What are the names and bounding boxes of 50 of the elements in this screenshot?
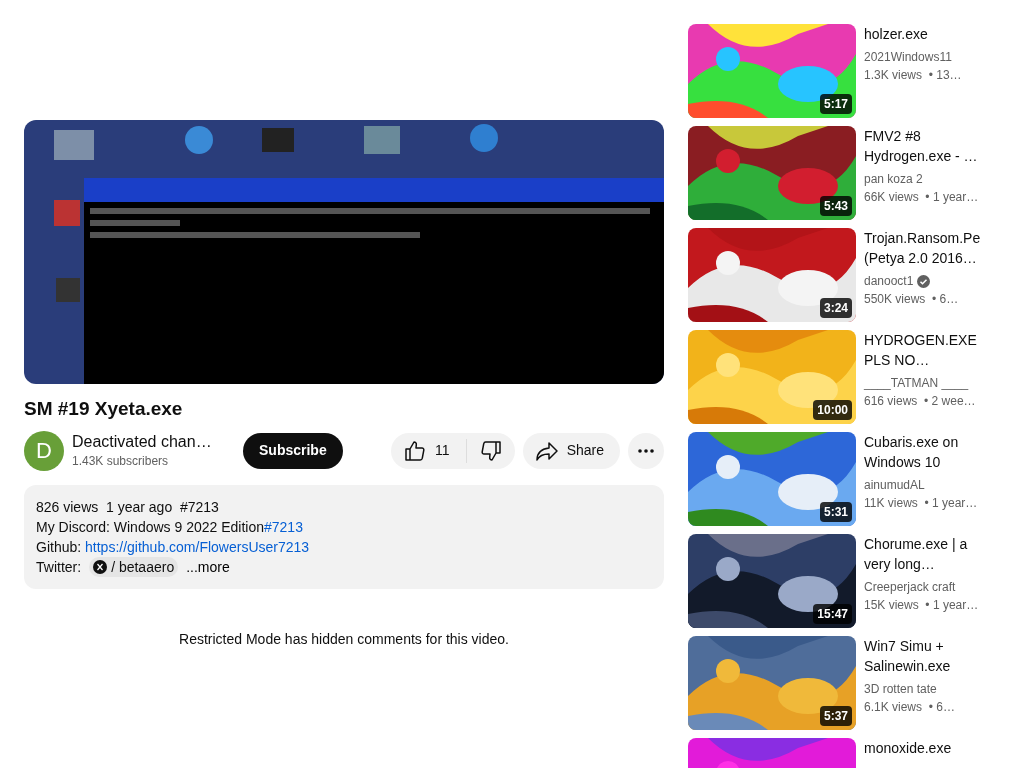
description-text: My Discord: Windows 9 2022 Edition [36, 518, 264, 535]
video-stats: 826 views 1 year ago #7213 [36, 497, 220, 517]
video-duration: 3:24 [819, 298, 852, 318]
video-meta: 15K views • 1 year… [864, 597, 980, 614]
video-duration: 5:17 [819, 94, 852, 114]
verified-check-icon [917, 274, 931, 288]
related-video-title[interactable]: Trojan.Ransom.Pe (Petya 2.0 2016… [864, 228, 992, 268]
twitter-link[interactable]: / betaaero [89, 556, 179, 577]
channel-name[interactable]: Creeperjack craft [864, 578, 956, 596]
description-panel[interactable]: 826 views 1 year ago #7213 My Discord: Windows 9 2022 Edition#7213 Github: https://github.com/FlowersUser7213 Twitter: / betaaero ...more [24, 484, 664, 589]
comments-notice: Restricted Mode has hidden comments for this video. [178, 629, 510, 649]
channel-name[interactable]: ainumudAL [864, 476, 925, 494]
description-link[interactable]: https://github.com/FlowersUser7213 [85, 538, 310, 555]
channel-name[interactable]: ____TATMAN ____ [864, 374, 969, 392]
description-text: Github: [36, 538, 83, 555]
channel-name[interactable]: 2021Windows11 [864, 48, 952, 66]
related-video-title[interactable]: Cubaris.exe on Windows 10 [864, 432, 992, 472]
related-video-title[interactable]: FMV2 #8 Hydrogen.exe - … [864, 126, 992, 166]
related-video-title[interactable]: Chorume.exe | a very long… [864, 534, 992, 574]
video-meta: 550K views • 6… [864, 291, 960, 308]
thumbs-up-icon [403, 438, 428, 463]
description-text: Twitter: [36, 557, 82, 577]
video-title: SM #19 Xyeta.exe [24, 398, 184, 421]
video-duration: 10:00 [813, 400, 852, 420]
video-duration: 5:43 [819, 196, 852, 216]
video-meta: 6.1K views • 6… [864, 699, 956, 716]
more-actions-button[interactable] [628, 432, 664, 469]
channel-name[interactable]: pan koza 2 [864, 170, 923, 188]
video-duration: 5:37 [819, 706, 852, 726]
channel-name[interactable]: Deactivated chan… [72, 431, 227, 452]
video-meta: 616 views • 2 wee… [864, 393, 977, 410]
channel-name[interactable]: 3D rotten tate [864, 680, 937, 698]
related-video-title[interactable]: Win7 Simu + Salinewin.exe [864, 636, 992, 676]
x-logo-icon [93, 559, 108, 574]
related-video-title[interactable]: holzer.exe [864, 24, 992, 44]
video-duration: 15:47 [813, 604, 852, 624]
thumbs-down-icon [478, 438, 503, 463]
video-meta: 1.3K views • 13… [864, 67, 963, 84]
show-more-button[interactable]: ...more [186, 556, 230, 577]
subscribe-button[interactable]: Subscribe [243, 432, 343, 469]
related-video-title[interactable]: monoxide.exe [864, 738, 992, 758]
channel-name[interactable]: danooct1 [864, 272, 914, 290]
video-meta: 11K views • 1 year… [864, 495, 979, 512]
more-icon [637, 448, 655, 453]
share-button[interactable]: Share [522, 432, 620, 469]
video-duration: 5:31 [819, 502, 852, 522]
subscriber-count: 1.43K subscribers [72, 452, 170, 470]
related-video-title[interactable]: HYDROGEN.EXE PLS NO… [864, 330, 992, 370]
description-link[interactable]: #7213 [264, 518, 303, 535]
video-meta: 66K views • 1 year… [864, 189, 980, 206]
